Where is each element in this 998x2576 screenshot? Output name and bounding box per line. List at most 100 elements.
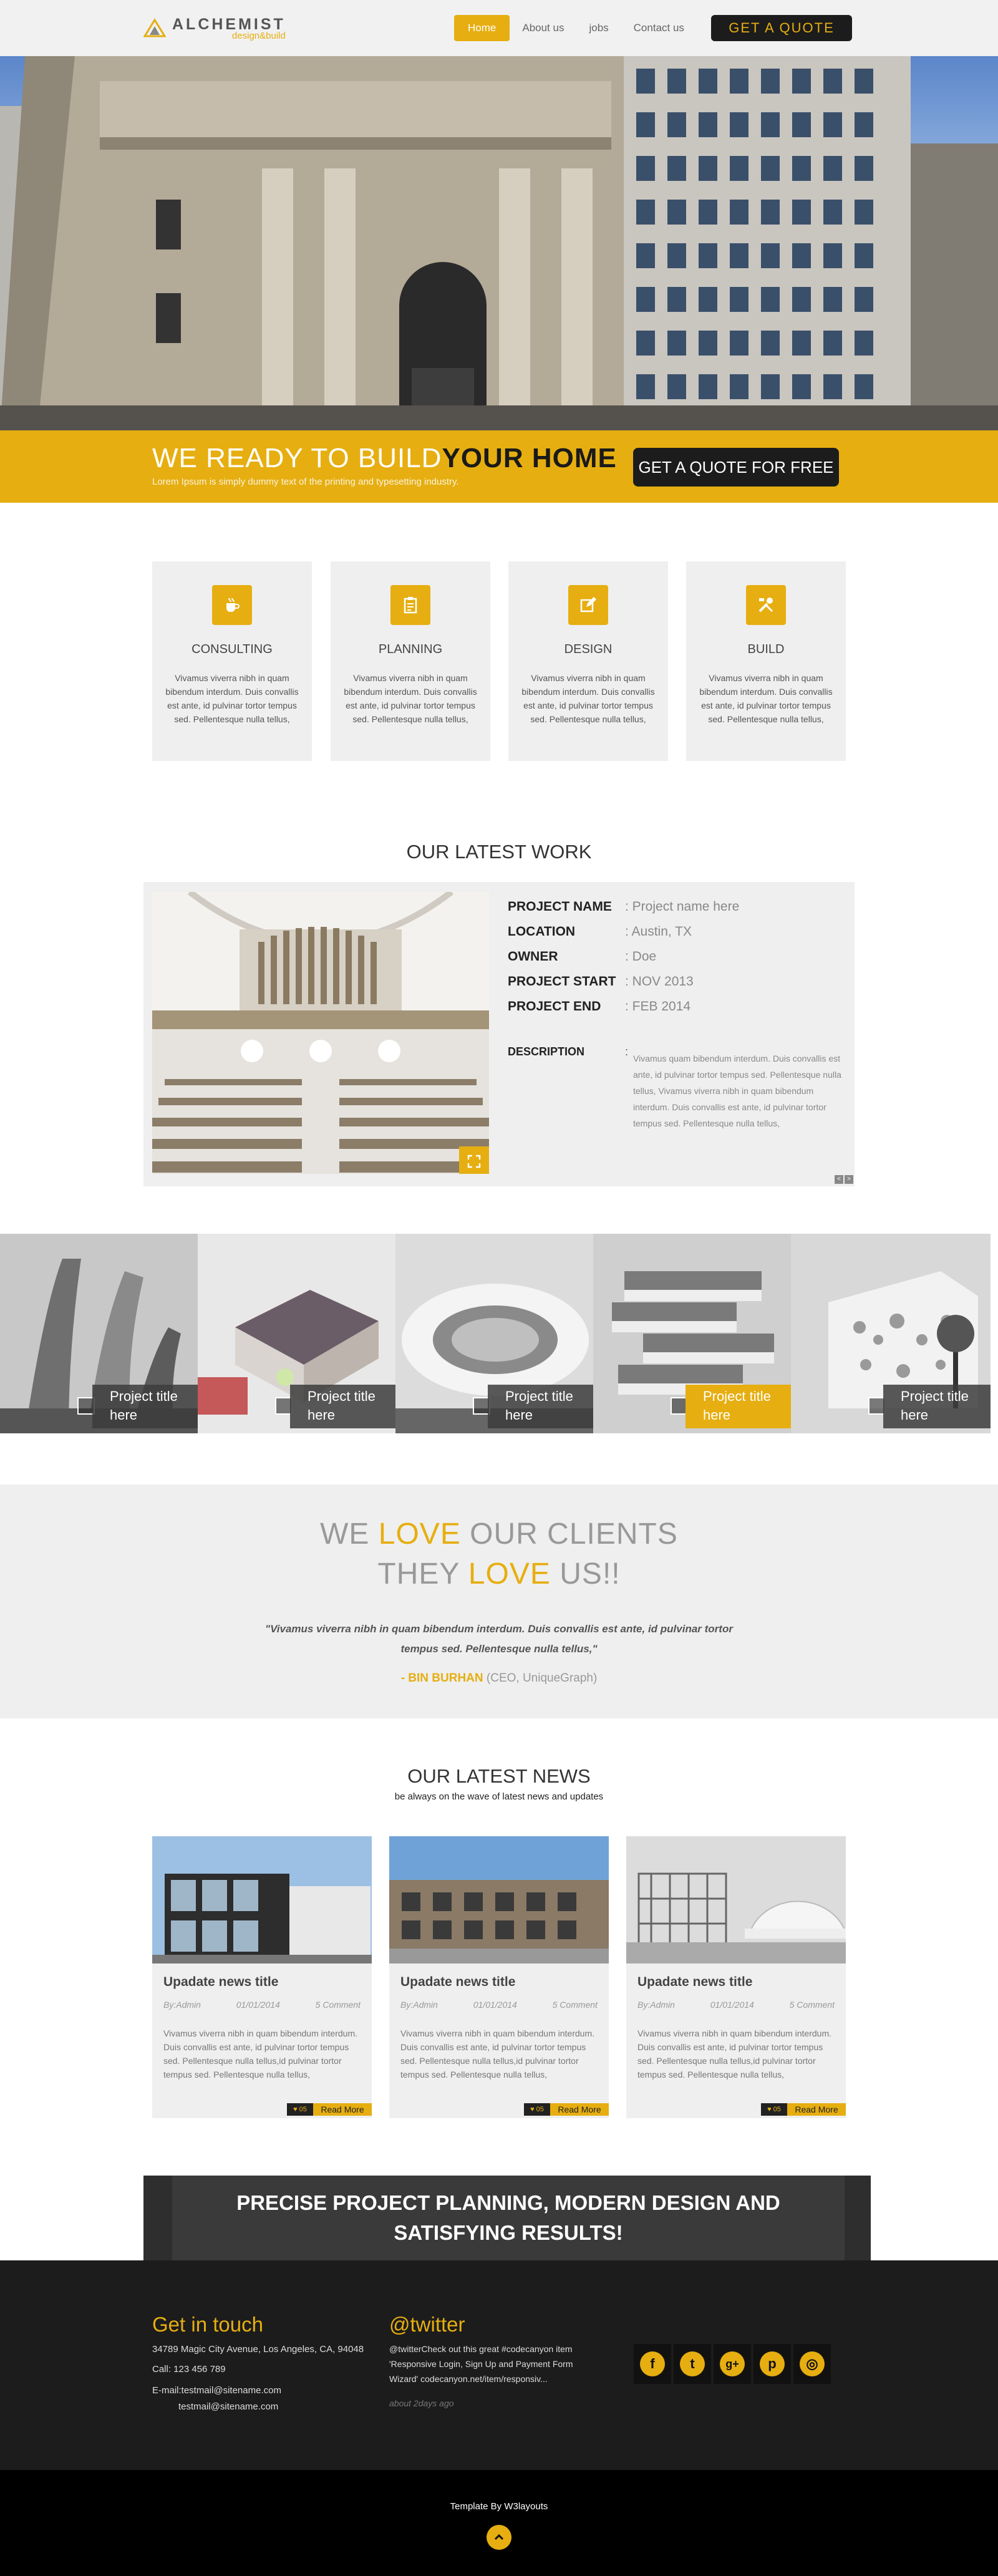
news-author: By:Admin (637, 2000, 675, 2010)
get-quote-free-button[interactable]: GET A QUOTE FOR FREE (633, 448, 839, 487)
description-text: Vivamus quam bibendum interdum. Duis con… (633, 1053, 841, 1128)
news-author: By:Admin (163, 2000, 201, 2010)
news-comments[interactable]: 5 Comment (790, 2000, 835, 2010)
dribbble-glyph: ◎ (800, 2351, 825, 2376)
gallery-caption: Project title here (290, 1385, 397, 1428)
heart-icon[interactable]: ♥ 05 (287, 2103, 313, 2116)
latest-work-title: OUR LATEST WORK (406, 841, 592, 863)
likes-count: 05 (536, 2106, 544, 2113)
banner-title-bold: YOUR HOME (442, 443, 617, 473)
facebook-glyph: f (640, 2351, 665, 2376)
tweet-time: about 2days ago (389, 2398, 454, 2408)
service-text: Vivamus viverra nibh in quam bibendum in… (699, 673, 833, 724)
description-colon: : (625, 1045, 629, 1058)
contact-phone: Call: 123 456 789 (152, 2364, 226, 2375)
get-quote-button[interactable]: GET A QUOTE (711, 15, 852, 41)
next-arrow-icon[interactable]: > (845, 1175, 853, 1184)
banner-title-light: WE READY TO BUILD (152, 443, 442, 473)
contact-email[interactable]: E-mail:testmail@sitename.com (152, 2383, 281, 2399)
project-name-value: : Project name here (625, 899, 740, 914)
heading-word: OUR CLIENTS (460, 1518, 678, 1551)
news-card: Upadate news title By:Admin 01/01/2014 5 C… (389, 1836, 609, 2118)
news-text: Vivamus viverra nibh in quam bibendum in… (400, 2028, 595, 2080)
hero-image (0, 56, 998, 430)
contact-title: Get in touch (152, 2313, 263, 2336)
tools-icon (746, 585, 786, 625)
google-plus-icon[interactable]: g+ (714, 2344, 751, 2384)
site-logo[interactable]: ALCHEMIST design&build (143, 11, 286, 46)
expand-icon[interactable] (459, 1146, 489, 1174)
gallery-item[interactable]: Project title here (198, 1234, 397, 1433)
news-card: Upadate news title By:Admin 01/01/2014 5 C… (626, 1836, 846, 2118)
news-title[interactable]: Upadate news title (163, 1975, 278, 1990)
clipboard-icon (390, 585, 430, 625)
service-card-build: BUILD Vivamus viverra nibh in quam biben… (686, 561, 846, 761)
back-to-top-icon[interactable] (487, 2525, 511, 2550)
news-author: By:Admin (400, 2000, 438, 2010)
latest-work-panel: PROJECT NAME : Project name here LOCATIO… (143, 882, 855, 1186)
nav-contact[interactable]: Contact us (621, 15, 697, 41)
twitter-icon[interactable]: t (674, 2344, 711, 2384)
site-header: ALCHEMIST design&build Home About us job… (0, 0, 998, 56)
project-start-label: PROJECT START (508, 974, 616, 989)
news-date: 01/01/2014 (710, 2000, 754, 2010)
cta-line1: PRECISE PROJECT PLANNING, MODERN DESIGN … (236, 2191, 780, 2214)
news-meta: By:Admin 01/01/2014 5 Comment (400, 2000, 598, 2010)
facebook-icon[interactable]: f (634, 2344, 671, 2384)
gallery-item[interactable]: Project title here (593, 1234, 793, 1433)
gallery-item[interactable]: Project title here (395, 1234, 595, 1433)
news-meta: By:Admin 01/01/2014 5 Comment (163, 2000, 361, 2010)
nav-home[interactable]: Home (454, 15, 510, 41)
read-more-button[interactable]: Read More (313, 2103, 372, 2116)
latest-news-subtitle: be always on the wave of latest news and… (394, 1791, 604, 1802)
twitter-title: @twitter (389, 2313, 465, 2336)
service-card-design: DESIGN Vivamus viverra nibh in quam bibe… (508, 561, 668, 761)
location-label: LOCATION (508, 924, 576, 939)
gallery-item[interactable]: Project title here (0, 1234, 200, 1433)
read-more-button[interactable]: Read More (550, 2103, 609, 2116)
news-title[interactable]: Upadate news title (637, 1975, 752, 1990)
dribbble-icon[interactable]: ◎ (793, 2344, 831, 2384)
service-card-planning: PLANNING Vivamus viverra nibh in quam bi… (331, 561, 490, 761)
prev-arrow-icon[interactable]: < (835, 1175, 843, 1184)
news-card: Upadate news title By:Admin 01/01/2014 5 C… (152, 1836, 372, 2118)
location-value: : Austin, TX (625, 924, 692, 939)
news-image (152, 1836, 372, 1963)
pinterest-icon[interactable]: p (753, 2344, 791, 2384)
contact-email-secondary[interactable]: testmail@sitename.com (178, 2399, 278, 2415)
cta-banner: WE READY TO BUILDYOUR HOME Lorem Ipsum i… (0, 430, 998, 503)
nav-jobs[interactable]: jobs (576, 15, 621, 41)
news-image (626, 1836, 846, 1963)
gallery-item[interactable]: Project title here (791, 1234, 991, 1433)
description-label: DESCRIPTION (508, 1045, 585, 1058)
testimonial-quote: "Vivamus viverra nibh in quam bibendum i… (265, 1623, 733, 1655)
heading-accent: LOVE (378, 1518, 461, 1551)
service-text: Vivamus viverra nibh in quam bibendum in… (521, 673, 655, 724)
project-end-value: : FEB 2014 (625, 999, 691, 1014)
likes-count: 05 (299, 2106, 307, 2113)
template-credit[interactable]: Template By W3layouts (0, 2501, 998, 2512)
testimonial-heading-line1: WE LOVE OUR CLIENTS (0, 1517, 998, 1551)
news-image (389, 1836, 609, 1963)
main-nav: Home About us jobs Contact us (454, 15, 697, 41)
author-name: - BIN BURHAN (400, 1672, 483, 1685)
heart-icon[interactable]: ♥ 05 (761, 2103, 787, 2116)
service-text: Vivamus viverra nibh in quam bibendum in… (165, 673, 299, 724)
author-role: (CEO, UniqueGraph) (483, 1672, 598, 1685)
news-comments[interactable]: 5 Comment (316, 2000, 361, 2010)
testimonial-author: - BIN BURHAN (CEO, UniqueGraph) (0, 1672, 998, 1685)
read-more-button[interactable]: Read More (787, 2103, 846, 2116)
google-plus-glyph: g+ (720, 2351, 745, 2376)
nav-about[interactable]: About us (510, 15, 576, 41)
service-text: Vivamus viverra nibh in quam bibendum in… (344, 673, 477, 724)
news-meta: By:Admin 01/01/2014 5 Comment (637, 2000, 835, 2010)
testimonial-section: WE LOVE OUR CLIENTS THEY LOVE US!! "Viva… (0, 1484, 998, 1718)
edit-pencil-icon (568, 585, 608, 625)
heart-icon[interactable]: ♥ 05 (524, 2103, 550, 2116)
news-comments[interactable]: 5 Comment (553, 2000, 598, 2010)
tweet-text[interactable]: @twitterCheck out this great #codecanyon… (389, 2341, 595, 2386)
twitter-glyph: t (680, 2351, 705, 2376)
news-title[interactable]: Upadate news title (400, 1975, 515, 1990)
logo-mark-icon (143, 17, 167, 40)
gallery-caption: Project title here (488, 1385, 595, 1428)
